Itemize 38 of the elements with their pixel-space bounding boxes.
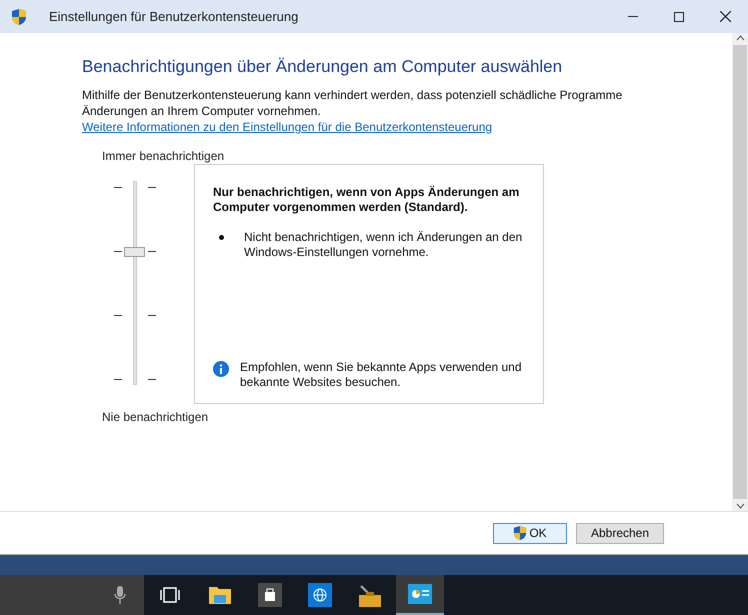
microphone-icon xyxy=(114,585,126,605)
close-icon xyxy=(720,11,730,22)
minimize-icon xyxy=(628,16,638,17)
tick-mark xyxy=(148,315,156,316)
info-icon xyxy=(213,361,229,377)
cancel-button[interactable]: Abbrechen xyxy=(576,522,664,544)
tick-mark xyxy=(114,379,122,380)
scrollbar-thumb[interactable] xyxy=(733,45,747,499)
maximize-icon xyxy=(674,12,684,22)
globe-icon xyxy=(308,583,332,607)
page-heading: Benachrichtigungen über Änderungen am Computer auswählen xyxy=(82,56,564,78)
scroll-down-icon xyxy=(736,503,744,509)
scroll-up-icon xyxy=(736,35,744,41)
folder-icon xyxy=(208,585,232,605)
tick-mark xyxy=(114,315,122,316)
scrollbar[interactable] xyxy=(732,33,748,511)
description-text: Mithilfe der Benutzerkontensteuerung kann verhindert werden, dass potenziell schädliche Programme Änderungen an Ihrem Computer vornehmen. xyxy=(82,87,624,119)
tick-mark xyxy=(148,251,156,252)
shield-icon xyxy=(11,8,27,26)
bullet-text: Nicht benachrichtigen, wenn ich Änderungen an den Windows-Einstellungen vornehme. xyxy=(244,230,524,260)
task-view-icon xyxy=(159,586,181,604)
shield-icon xyxy=(513,525,528,541)
info-link[interactable]: Weitere Informationen zu den Einstellungen für die Benutzerkontensteuerung xyxy=(82,119,492,135)
slider-bottom-label: Nie benachrichtigen xyxy=(102,409,210,426)
taskbar-button[interactable] xyxy=(396,575,444,615)
recommendation-text: Empfohlen, wenn Sie bekannte Apps verwenden und bekannte Websites besuchen. xyxy=(240,360,523,390)
window-title: Einstellungen für Benutzerkontensteuerung xyxy=(49,8,298,26)
tick-mark xyxy=(148,187,156,188)
toolbox-icon xyxy=(358,582,382,608)
details-title: Nur benachrichtigen, wenn von Apps Änderungen am Computer vorgenommen werden (Standard). xyxy=(213,185,520,215)
ok-button[interactable]: OK xyxy=(493,522,567,544)
tick-mark xyxy=(148,379,156,380)
tick-mark xyxy=(114,251,122,252)
slider-top-label: Immer benachrichtigen xyxy=(102,149,226,164)
tick-mark xyxy=(114,187,122,188)
slider-thumb[interactable] xyxy=(124,246,145,257)
control-panel-icon xyxy=(408,584,432,604)
store-icon xyxy=(258,583,282,607)
